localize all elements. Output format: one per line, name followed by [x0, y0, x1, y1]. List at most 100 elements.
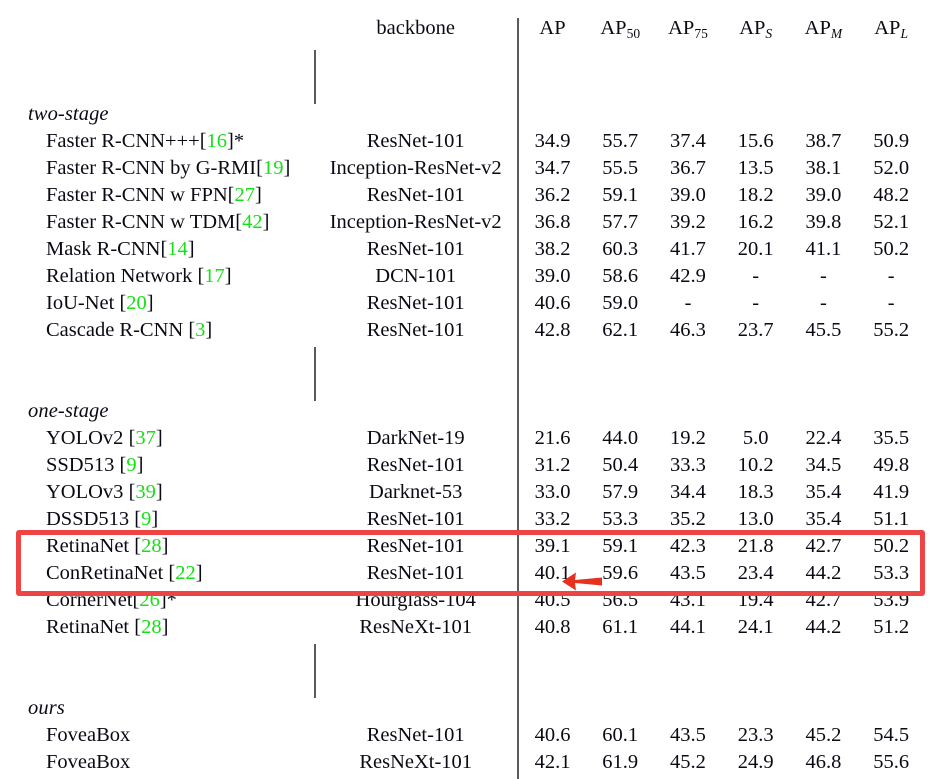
- row-ap50: 55.5: [602, 157, 639, 179]
- row-ap: 38.2: [516, 239, 587, 266]
- comparison-results-table: backbone AP AP50 AP75 APS APM APL two-st…: [20, 18, 925, 779]
- citation: 9: [141, 508, 152, 530]
- row-ap75: 19.2: [670, 427, 706, 449]
- row-apl: 52.0: [873, 157, 910, 179]
- row-method: Faster R-CNN w TDM[42]: [46, 211, 270, 233]
- row-backbone: ResNet-101: [366, 508, 465, 530]
- row-aps: 5.0: [742, 427, 769, 449]
- row-ap: 42.1: [516, 752, 587, 779]
- row-aps: 21.8: [737, 535, 774, 557]
- row-backbone: ResNeXt-101: [359, 616, 473, 638]
- row-ap50: 58.6: [602, 265, 639, 287]
- section-rule-one-stage: [20, 347, 925, 374]
- row-method: SSD513 [9]: [46, 454, 144, 476]
- table-row: ConRetinaNet [22] ResNet-101 40.1 59.6 4…: [20, 563, 925, 590]
- row-ap50: 59.1: [602, 535, 639, 557]
- row-method: RetinaNet [28]: [46, 616, 169, 638]
- row-backbone: ResNet-101: [366, 184, 465, 206]
- row-backbone: ResNet-101: [366, 535, 465, 557]
- table-row: Mask R-CNN[14] ResNet-101 38.2 60.3 41.7…: [20, 239, 925, 266]
- row-ap75: 39.2: [670, 211, 706, 233]
- row-apl: 35.5: [873, 427, 910, 449]
- row-aps: -: [752, 265, 760, 287]
- row-ap75: -: [684, 292, 692, 314]
- citation: 3: [195, 319, 206, 341]
- row-apl: 55.2: [873, 319, 910, 341]
- citation: 19: [262, 157, 284, 179]
- row-ap: 40.1: [516, 563, 587, 590]
- row-ap: 39.1: [516, 536, 587, 563]
- table-row: Faster R-CNN+++[16]* ResNet-101 34.9 55.…: [20, 131, 925, 158]
- table-row: YOLOv2 [37] DarkNet-19 21.6 44.0 19.2 5.…: [20, 428, 925, 455]
- header-apl: APL: [874, 17, 908, 42]
- row-ap: 34.9: [516, 131, 587, 158]
- row-aps: 23.4: [737, 562, 774, 584]
- row-apl: 41.9: [873, 481, 910, 503]
- row-apl: 50.2: [873, 238, 910, 260]
- row-apm: 45.2: [805, 724, 842, 746]
- row-apl: 49.8: [873, 454, 910, 476]
- table-row: Faster R-CNN w FPN[27] ResNet-101 36.2 5…: [20, 185, 925, 212]
- row-aps: 24.9: [737, 751, 774, 773]
- row-aps: 18.2: [737, 184, 774, 206]
- row-ap50: 61.9: [602, 751, 639, 773]
- row-ap75: 46.3: [670, 319, 706, 341]
- table-row: SSD513 [9] ResNet-101 31.2 50.4 33.3 10.…: [20, 455, 925, 482]
- section-label-one-stage: one-stage: [28, 400, 109, 422]
- row-apm: 22.4: [805, 427, 842, 449]
- citation: 28: [141, 616, 162, 638]
- row-apm: 42.7: [805, 589, 842, 611]
- row-apl: 50.2: [873, 535, 910, 557]
- row-aps: 13.0: [737, 508, 774, 530]
- citation: 9: [126, 454, 137, 476]
- row-method: YOLOv3 [39]: [46, 481, 163, 503]
- row-backbone: Inception-ResNet-v2: [329, 211, 502, 233]
- row-method: Faster R-CNN+++[16]*: [46, 130, 245, 152]
- row-apl: -: [887, 292, 895, 314]
- row-ap: 42.8: [516, 320, 587, 347]
- row-ap75: 42.9: [670, 265, 706, 287]
- row-method: DSSD513 [9]: [46, 508, 159, 530]
- row-ap: 40.6: [516, 293, 587, 320]
- citation: 14: [167, 238, 188, 260]
- row-apl: 51.2: [873, 616, 910, 638]
- row-ap: 39.0: [516, 266, 587, 293]
- row-ap50: 53.3: [602, 508, 639, 530]
- table-row: Relation Network [17] DCN-101 39.0 58.6 …: [20, 266, 925, 293]
- row-apl: 55.6: [873, 751, 910, 773]
- row-apm: 35.4: [805, 481, 842, 503]
- header-ap75: AP75: [668, 17, 708, 42]
- row-backbone: ResNeXt-101: [359, 751, 473, 773]
- row-apl: 54.5: [873, 724, 910, 746]
- row-backbone: DarkNet-19: [366, 427, 465, 449]
- citation: 17: [204, 265, 225, 287]
- row-ap50: 44.0: [602, 427, 639, 449]
- citation: 20: [126, 292, 147, 314]
- row-backbone: DCN-101: [375, 265, 457, 287]
- table-row: Cascade R-CNN [3] ResNet-101 42.8 62.1 4…: [20, 320, 925, 347]
- citation: 28: [141, 535, 162, 557]
- row-ap75: 42.3: [670, 535, 706, 557]
- row-apl: -: [887, 265, 895, 287]
- row-ap50: 61.1: [602, 616, 639, 638]
- row-method: ConRetinaNet [22]: [46, 562, 203, 584]
- row-ap75: 45.2: [670, 751, 706, 773]
- row-apl: 48.2: [873, 184, 910, 206]
- row-method: FoveaBox: [46, 751, 131, 773]
- header-aps: APS: [739, 17, 773, 42]
- row-ap75: 43.1: [670, 589, 706, 611]
- row-apl: 50.9: [873, 130, 910, 152]
- header-double-rule: [20, 50, 925, 77]
- row-method: Relation Network [17]: [46, 265, 232, 287]
- row-aps: 13.5: [737, 157, 774, 179]
- row-apm: 44.2: [805, 616, 842, 638]
- row-apl: 51.1: [873, 508, 910, 530]
- row-ap50: 60.3: [602, 238, 639, 260]
- row-ap50: 62.1: [602, 319, 639, 341]
- row-ap50: 57.7: [602, 211, 639, 233]
- row-method: Cascade R-CNN [3]: [46, 319, 213, 341]
- citation: 26: [139, 589, 160, 611]
- row-apm: 39.0: [805, 184, 842, 206]
- row-aps: 16.2: [737, 211, 774, 233]
- row-ap75: 41.7: [670, 238, 706, 260]
